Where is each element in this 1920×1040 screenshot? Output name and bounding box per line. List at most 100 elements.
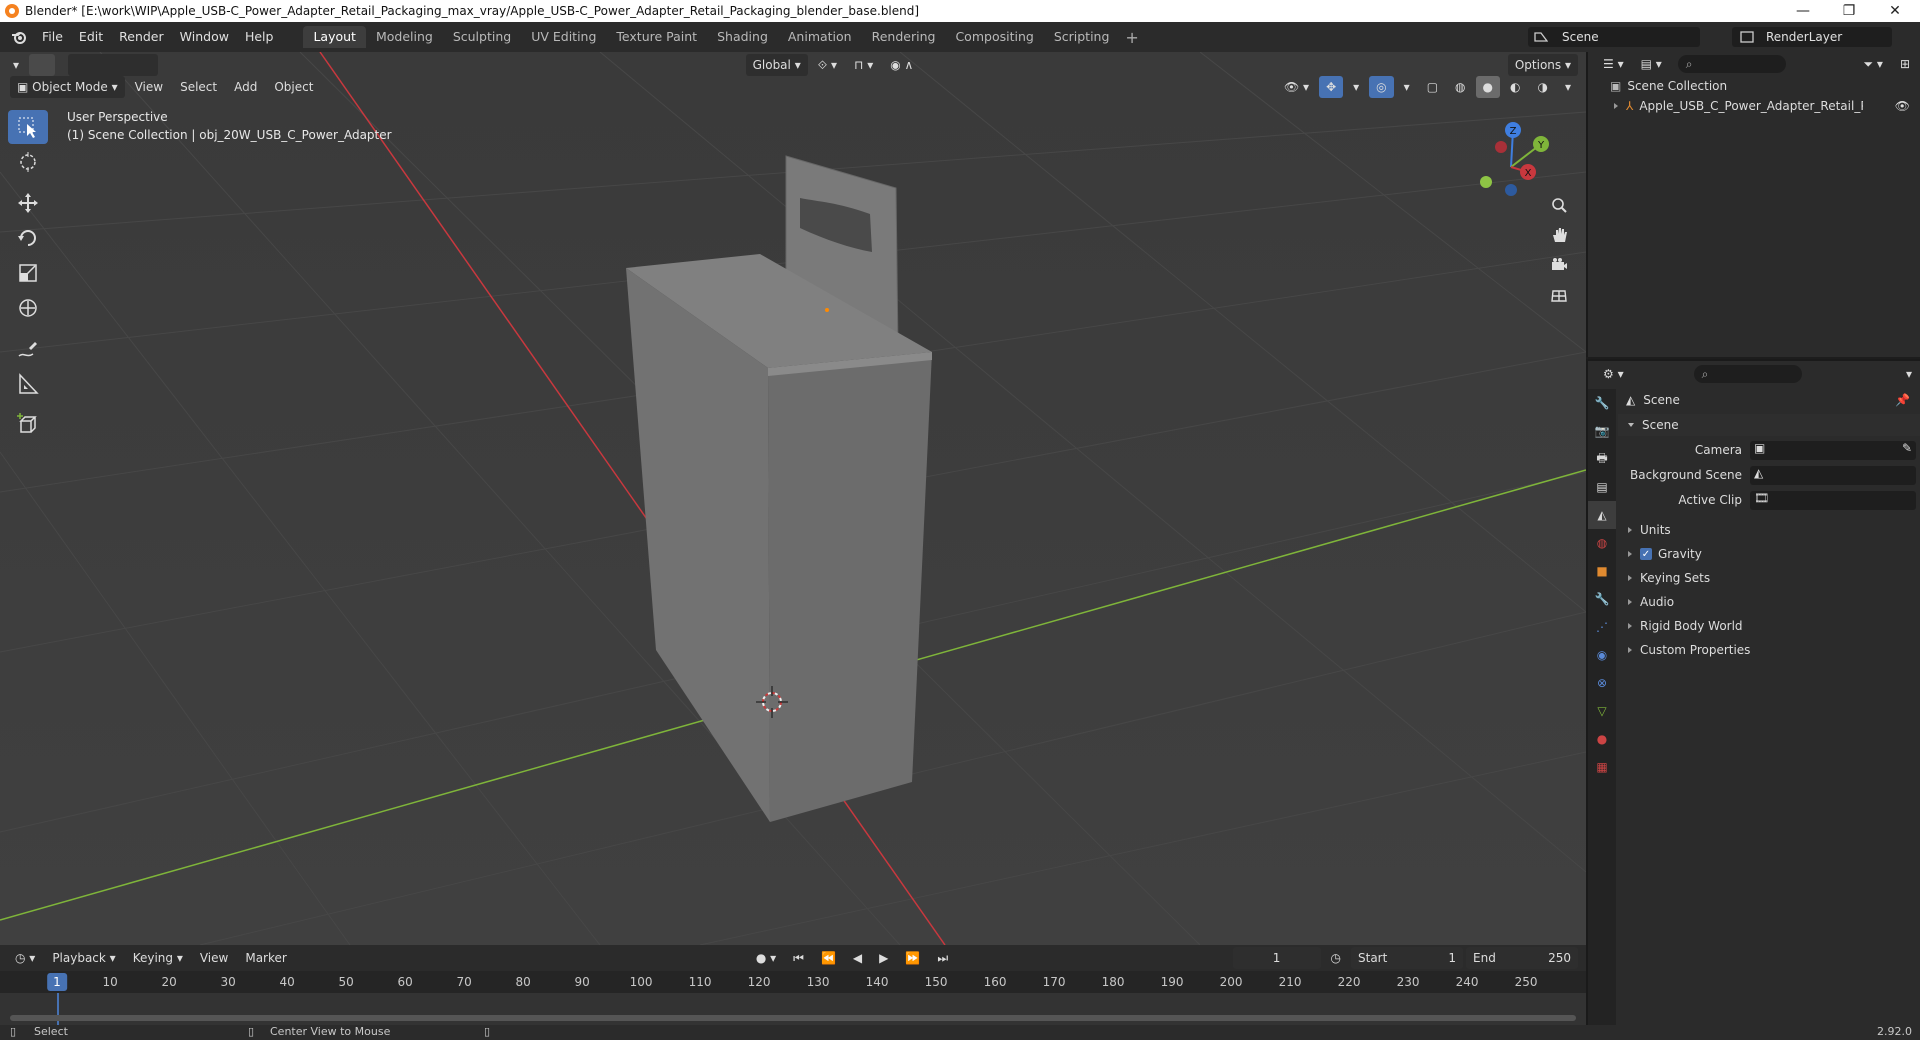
tab-data-icon[interactable]: ▽ — [1588, 697, 1616, 725]
subpanel-keying-sets[interactable]: Keying Sets — [1618, 567, 1920, 589]
add-cube-tool[interactable] — [8, 408, 48, 442]
tab-layout[interactable]: Layout — [303, 26, 366, 48]
start-frame-field[interactable]: Start 1 — [1351, 947, 1463, 969]
gravity-checkbox[interactable]: ✓ — [1640, 548, 1652, 560]
scene-panel-header[interactable]: Scene — [1618, 414, 1920, 436]
pan-hand-icon[interactable] — [1546, 222, 1572, 248]
pivot-point-icon[interactable]: ⟐ ▾ — [811, 54, 844, 76]
editor-type-icon[interactable]: ▾ — [6, 54, 26, 76]
select-box-tool[interactable] — [8, 110, 48, 144]
menu-object[interactable]: Object — [267, 76, 320, 98]
blender-menu-icon[interactable] — [8, 26, 30, 48]
tab-modifiers-icon[interactable]: 🔧 — [1588, 585, 1616, 613]
tab-view-layer-icon[interactable]: ▤ — [1588, 473, 1616, 501]
gizmo-toggle-icon[interactable]: ✥ — [1319, 76, 1344, 98]
filter-icon[interactable]: ⏷ ▾ — [1856, 53, 1889, 75]
background-scene-field[interactable]: ◭ — [1750, 465, 1916, 485]
end-frame-field[interactable]: End 250 — [1466, 947, 1578, 969]
menu-keying[interactable]: Keying ▾ — [126, 947, 190, 969]
tab-particles-icon[interactable]: ⋰ — [1588, 613, 1616, 641]
tab-sculpting[interactable]: Sculpting — [443, 26, 521, 48]
tab-scripting[interactable]: Scripting — [1044, 26, 1120, 48]
transform-orientation-dropdown[interactable]: Global ▾ — [745, 54, 808, 76]
tab-scene-icon[interactable]: ◭ — [1588, 501, 1616, 529]
play-icon[interactable]: ▶ — [872, 947, 895, 969]
jump-keyframe-forward-icon[interactable]: ⏩ — [898, 947, 927, 969]
overlay-toggle-icon[interactable]: ◎ — [1369, 76, 1394, 98]
menu-timeline-view[interactable]: View — [193, 947, 235, 969]
tab-physics-icon[interactable]: ◉ — [1588, 641, 1616, 669]
timeline-track-area[interactable] — [0, 993, 1586, 1025]
outliner-row-scene-collection[interactable]: ▣ Scene Collection — [1588, 76, 1920, 96]
maximize-button[interactable]: ❐ — [1826, 0, 1872, 22]
menu-view[interactable]: View — [128, 76, 170, 98]
gizmo-dropdown-icon[interactable]: ▾ — [1346, 76, 1366, 98]
menu-playback[interactable]: Playback ▾ — [45, 947, 122, 969]
current-frame-indicator[interactable]: 1 — [47, 973, 67, 991]
shading-solid-icon[interactable]: ● — [1475, 76, 1500, 98]
tab-rendering[interactable]: Rendering — [862, 26, 946, 48]
menu-file[interactable]: File — [34, 26, 71, 48]
outliner-row-object[interactable]: ⅄ Apple_USB_C_Power_Adapter_Retail_Packa… — [1588, 96, 1920, 116]
menu-help[interactable]: Help — [237, 26, 282, 48]
clock-icon[interactable]: ◷ — [1324, 947, 1348, 969]
tab-uv-editing[interactable]: UV Editing — [521, 26, 606, 48]
object-mode-dropdown[interactable]: ▣ Object Mode ▾ — [10, 76, 125, 98]
active-clip-field[interactable]: 🎞 — [1750, 490, 1916, 510]
ortho-grid-icon[interactable] — [1546, 282, 1572, 308]
subpanel-gravity[interactable]: ✓ Gravity — [1618, 543, 1920, 565]
play-reverse-icon[interactable]: ◀ — [846, 947, 869, 969]
camera-view-icon[interactable] — [1546, 252, 1572, 278]
jump-keyframe-back-icon[interactable]: ⏪ — [814, 947, 843, 969]
menu-marker[interactable]: Marker — [238, 947, 293, 969]
subpanel-audio[interactable]: Audio — [1618, 591, 1920, 613]
tab-constraints-icon[interactable]: ⊗ — [1588, 669, 1616, 697]
tab-compositing[interactable]: Compositing — [945, 26, 1043, 48]
menu-window[interactable]: Window — [172, 26, 237, 48]
selection-mode-buttons[interactable] — [68, 54, 159, 76]
eyedropper-icon[interactable]: ✎ — [1902, 441, 1912, 455]
zoom-icon[interactable] — [1546, 192, 1572, 218]
tab-texture-paint[interactable]: Texture Paint — [606, 26, 707, 48]
cursor-tool[interactable] — [8, 145, 48, 179]
tab-texture-icon[interactable]: ▦ — [1588, 753, 1616, 781]
tab-animation[interactable]: Animation — [778, 26, 862, 48]
shading-material-icon[interactable]: ◐ — [1503, 76, 1527, 98]
tab-render-icon[interactable]: 📷 — [1588, 417, 1616, 445]
timeline-scrollbar[interactable] — [10, 1015, 1576, 1021]
tab-object-icon[interactable]: ■ — [1588, 557, 1616, 585]
add-workspace-icon[interactable]: + — [1119, 28, 1144, 47]
display-mode-icon[interactable]: ▤ ▾ — [1634, 53, 1669, 75]
outliner-editor-type-icon[interactable]: ☰ ▾ — [1596, 53, 1631, 75]
tab-tool-icon[interactable]: 🔧 — [1588, 389, 1616, 417]
3d-viewport[interactable]: ▾ Global ▾ ⟐ ▾ ⊓ ▾ ◉ ∧ Options ▾ ▣ Objec… — [0, 52, 1586, 945]
overlay-dropdown-icon[interactable]: ▾ — [1397, 76, 1417, 98]
camera-field[interactable]: ▣ ✎ — [1750, 440, 1916, 460]
close-button[interactable]: ✕ — [1872, 0, 1918, 22]
tab-world-icon[interactable]: ◍ — [1588, 529, 1616, 557]
subpanel-rigid-body-world[interactable]: Rigid Body World — [1618, 615, 1920, 637]
annotate-tool[interactable] — [8, 332, 48, 366]
proportional-edit-icon[interactable]: ◉ ∧ — [883, 54, 920, 76]
menu-select[interactable]: Select — [173, 76, 224, 98]
timeline-editor-type-icon[interactable]: ◷ ▾ — [8, 947, 42, 969]
jump-end-icon[interactable]: ⏭ — [930, 947, 955, 969]
menu-edit[interactable]: Edit — [71, 26, 111, 48]
transform-tool[interactable] — [8, 291, 48, 325]
current-frame-field[interactable]: 1 — [1232, 947, 1321, 969]
visibility-eye-icon[interactable]: 👁 — [1895, 99, 1910, 113]
tab-material-icon[interactable]: ● — [1588, 725, 1616, 753]
expand-arrow-icon[interactable] — [1614, 103, 1618, 109]
rotate-tool[interactable] — [8, 221, 48, 255]
subpanel-units[interactable]: Units — [1618, 519, 1920, 541]
shading-dropdown-icon[interactable]: ▾ — [1558, 76, 1578, 98]
scale-tool[interactable] — [8, 256, 48, 290]
menu-render[interactable]: Render — [111, 26, 172, 48]
new-collection-icon[interactable]: ⊞ — [1893, 53, 1917, 75]
outliner-search-input[interactable]: ⌕ — [1677, 55, 1786, 73]
scene-selector[interactable]: Scene — [1528, 27, 1700, 47]
view-layer-selector[interactable]: RenderLayer — [1732, 27, 1892, 47]
minimize-button[interactable]: — — [1780, 0, 1826, 22]
shading-wireframe-icon[interactable]: ◍ — [1448, 76, 1472, 98]
tab-modeling[interactable]: Modeling — [366, 26, 443, 48]
